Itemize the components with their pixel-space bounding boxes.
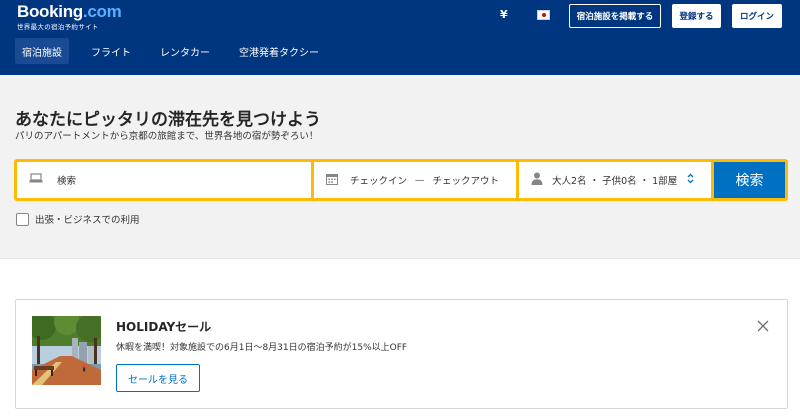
japan-flag-icon[interactable] (537, 10, 550, 20)
logo-main: Booking (17, 2, 83, 21)
nav-item-airport-taxi[interactable]: 空港発着タクシー (232, 38, 326, 64)
promo-image (32, 316, 101, 385)
search-button[interactable]: 検索 (714, 162, 785, 198)
destination-placeholder: 検索 (57, 176, 77, 187)
hero-subtitle: パリのアパートメントから京都の旅館まで、世界各地の宿が勢ぞろい！ (15, 131, 319, 142)
close-icon[interactable] (756, 318, 770, 332)
top-header: Booking.com 世界最大の宿泊予約サイト ¥ 宿泊施設を掲載する 登録す… (0, 0, 800, 75)
search-bar: 検索 チェックイン — チェックアウト 大人2名 ・ 子供0名 ・ 1部屋 検索 (14, 159, 788, 201)
section-divider (0, 258, 800, 259)
bed-icon (29, 173, 43, 187)
logo-suffix: .com (82, 2, 122, 21)
booking-logo[interactable]: Booking.com (17, 2, 122, 22)
login-button[interactable]: ログイン (732, 4, 782, 28)
date-separator: — (415, 174, 425, 186)
hero-section: あなたにピッタリの滞在先を見つけよう パリのアパートメントから京都の旅館まで、世… (0, 75, 800, 258)
register-button[interactable]: 登録する (672, 4, 721, 28)
hero-title: あなたにピッタリの滞在先を見つけよう (15, 110, 321, 130)
calendar-icon (326, 173, 338, 188)
business-travel-option[interactable]: 出張・ビジネスでの利用 (16, 212, 140, 226)
list-property-button[interactable]: 宿泊施設を掲載する (569, 4, 661, 28)
business-travel-label: 出張・ビジネスでの利用 (35, 215, 140, 226)
promo-text: 休暇を満喫！対象施設での6月1日～8月31日の宿泊予約が15%以上OFF (116, 343, 408, 353)
checkout-label: チェックアウト (432, 176, 500, 187)
view-sale-button[interactable]: セールを見る (116, 364, 200, 392)
currency-selector[interactable]: ¥ (500, 8, 508, 21)
logo-tagline: 世界最大の宿泊予約サイト (17, 23, 99, 31)
nav-item-stays[interactable]: 宿泊施設 (15, 38, 69, 64)
guests-label: 大人2名 ・ 子供0名 ・ 1部屋 (552, 176, 678, 187)
nav-item-car-rental[interactable]: レンタカー (153, 38, 217, 64)
checkin-label: チェックイン (350, 176, 408, 187)
date-picker[interactable]: チェックイン — チェックアウト (314, 162, 516, 198)
main-nav: 宿泊施設 フライト レンタカー 空港発着タクシー (15, 38, 341, 64)
chevron-updown-icon (687, 173, 694, 187)
destination-input[interactable]: 検索 (17, 162, 311, 198)
person-icon (531, 172, 543, 188)
promo-title: HOLIDAYセール (116, 320, 212, 334)
business-travel-checkbox[interactable] (16, 212, 29, 226)
promo-card: HOLIDAYセール 休暇を満喫！対象施設での6月1日～8月31日の宿泊予約が1… (15, 299, 788, 409)
nav-item-flights[interactable]: フライト (84, 38, 138, 64)
guests-selector[interactable]: 大人2名 ・ 子供0名 ・ 1部屋 (519, 162, 711, 198)
